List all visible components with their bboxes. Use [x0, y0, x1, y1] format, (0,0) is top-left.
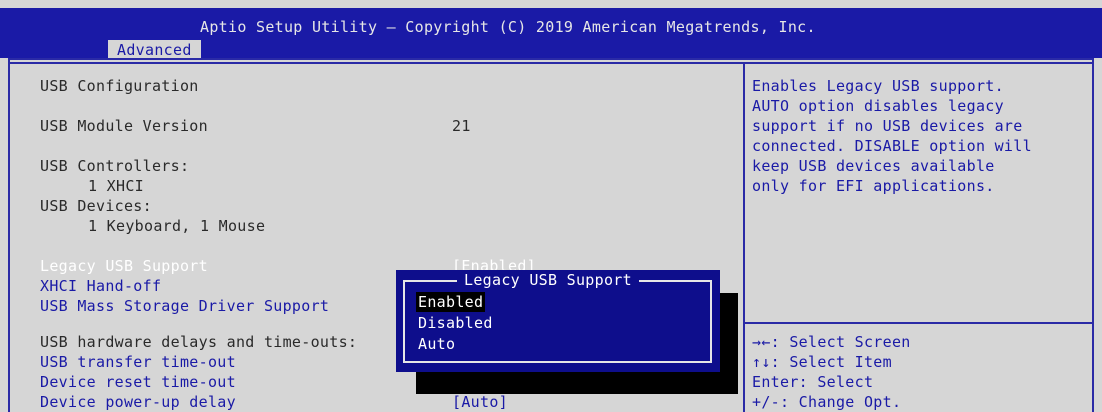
- help-text-line: keep USB devices available: [752, 157, 995, 175]
- setting-usb-mass-storage-driver[interactable]: USB Mass Storage Driver Support: [40, 296, 329, 316]
- panel-divider: [743, 62, 745, 412]
- controllers-value: 1 XHCI: [88, 177, 144, 195]
- frame-top-border: [8, 58, 1094, 64]
- module-version-value: 21: [452, 117, 471, 135]
- help-text-line: only for EFI applications.: [752, 177, 995, 195]
- setting-legacy-usb-support[interactable]: Legacy USB Support: [40, 256, 208, 276]
- help-text-line: support if no USB devices are: [752, 117, 1023, 135]
- key-hint-select-item: ↑↓: Select Item: [752, 353, 892, 371]
- controllers-label: USB Controllers:: [40, 157, 190, 175]
- help-text-line: connected. DISABLE option will: [752, 137, 1032, 155]
- title-bar: Aptio Setup Utility – Copyright (C) 2019…: [0, 8, 1102, 60]
- help-text-line: Enables Legacy USB support.: [752, 77, 1004, 95]
- key-hint-change-opt: +/-: Change Opt.: [752, 393, 902, 411]
- help-text-line: AUTO option disables legacy: [752, 97, 1004, 115]
- setting-usb-transfer-timeout[interactable]: USB transfer time-out: [40, 352, 236, 372]
- legacy-usb-support-popup: Legacy USB Support Enabled Disabled Auto: [396, 270, 720, 372]
- setting-device-reset-timeout[interactable]: Device reset time-out: [40, 372, 236, 392]
- setting-xhci-hand-off[interactable]: XHCI Hand-off: [40, 276, 161, 296]
- popup-title: Legacy USB Support: [457, 270, 639, 290]
- delays-heading: USB hardware delays and time-outs:: [40, 333, 358, 351]
- setting-device-power-up-delay[interactable]: Device power-up delay: [40, 392, 236, 412]
- tab-advanced[interactable]: Advanced: [108, 40, 201, 60]
- key-hint-select-screen: →←: Select Screen: [752, 333, 911, 351]
- app-title: Aptio Setup Utility – Copyright (C) 2019…: [200, 18, 816, 36]
- section-title: USB Configuration: [40, 77, 199, 95]
- devices-value: 1 Keyboard, 1 Mouse: [88, 217, 266, 235]
- help-divider: [743, 322, 1094, 324]
- setting-device-power-up-delay-value[interactable]: [Auto]: [452, 392, 508, 412]
- devices-label: USB Devices:: [40, 197, 152, 215]
- popup-option-enabled[interactable]: Enabled: [416, 292, 486, 312]
- popup-option-disabled[interactable]: Disabled: [418, 313, 493, 333]
- module-version-label: USB Module Version: [40, 117, 208, 135]
- popup-option-auto[interactable]: Auto: [418, 334, 455, 354]
- key-hint-enter: Enter: Select: [752, 373, 874, 391]
